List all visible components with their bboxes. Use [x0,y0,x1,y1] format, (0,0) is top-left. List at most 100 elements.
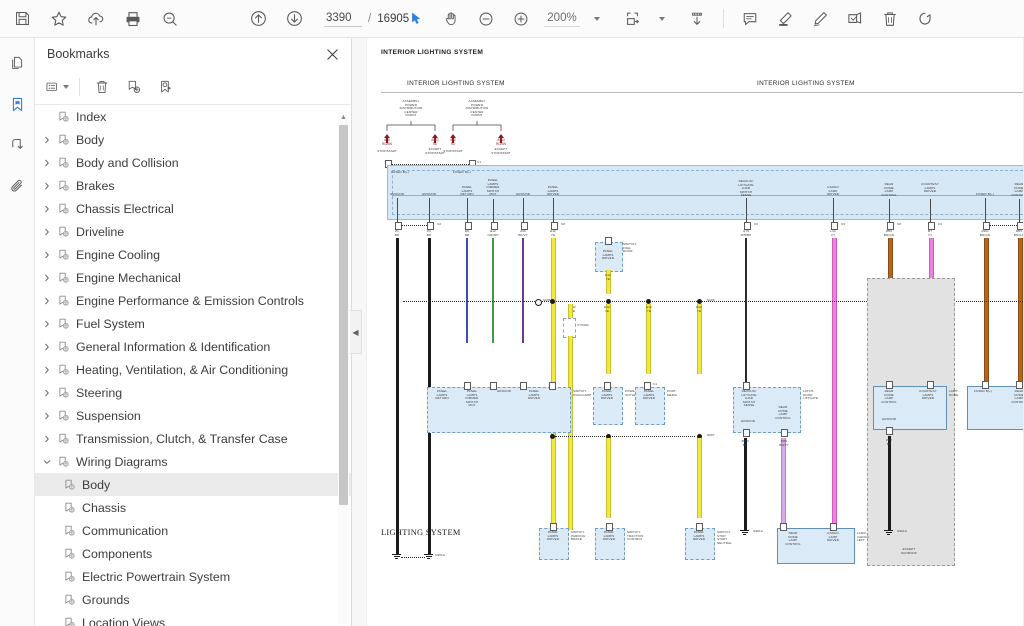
scrollbar-thumb[interactable] [339,125,348,505]
bookmark-item[interactable]: Steering [35,381,351,404]
chevron-right-icon[interactable] [39,320,55,328]
bookmark-item-label: Grounds [82,592,130,607]
favorite-button[interactable] [47,7,71,31]
previous-page-button[interactable] [246,7,270,31]
zoom-out-button[interactable] [474,7,498,31]
comment-button[interactable] [738,7,762,31]
select-tool-button[interactable] [404,7,428,31]
draw-button[interactable] [808,7,832,31]
delete-bookmark-button[interactable] [90,76,114,98]
main-area: Bookmarks Index Body Body and Collision … [0,38,1024,626]
bookmark-item[interactable]: Body [35,128,351,151]
document-viewport[interactable]: INTERIOR LIGHTING SYSTEM INTERIOR LIGHTI… [366,38,1024,626]
chevron-right-icon[interactable] [39,297,55,305]
bookmark-item[interactable]: Driveline [35,220,351,243]
bookmark-item[interactable]: Engine Mechanical [35,266,351,289]
label-courtesy-2: COURTESY LAMPS DRIVER [919,389,937,401]
wire-code-g79: G79 WH/BK [740,229,752,237]
bookmark-page-icon [61,479,78,491]
zoom-level-value[interactable]: 200% [544,11,580,27]
bookmark-item[interactable]: Electric Powertrain System [35,565,351,588]
scroll-mode-button[interactable] [685,7,709,31]
bookmark-page-icon [55,203,72,215]
dome-right-connector-1 [982,381,989,389]
chevron-right-icon[interactable] [39,389,55,397]
bookmark-item-label: Body [76,132,105,147]
bookmark-item[interactable]: Components [35,542,351,565]
chevron-right-icon[interactable] [39,343,55,351]
edit-bookmark-button[interactable] [154,76,178,98]
zoom-dropdown-chevron-down-icon[interactable] [594,16,600,21]
chevron-right-icon[interactable] [39,366,55,374]
bookmark-item[interactable]: Fuel System [35,312,351,335]
wire-fused-b [984,238,989,386]
bookmark-item[interactable]: Location Views [35,611,351,626]
next-page-button[interactable] [282,7,306,31]
wire-panel-return [466,238,468,343]
wire-code-m53b: M53 BN/GN [1013,229,1024,237]
page-number-input[interactable] [324,10,362,27]
bookmark-item[interactable]: General Information & Identification [35,335,351,358]
cloud-upload-button[interactable] [84,7,108,31]
bookmark-item-label: Electric Powertrain System [82,569,231,584]
chevron-right-icon[interactable] [39,274,55,282]
collapse-panel-handle[interactable]: ◀ [350,310,362,354]
bookmark-options-button[interactable] [45,76,69,98]
chevron-down-icon[interactable] [39,458,55,466]
connector-pin-c8b: C8 [897,222,902,226]
sidebar-icon-attachments[interactable] [5,174,29,198]
chevron-right-icon[interactable] [39,182,55,190]
wire-xy940a-bottom [568,336,573,530]
chevron-right-icon[interactable] [39,412,55,420]
bookmark-item[interactable]: Grounds [35,588,351,611]
bookmark-item[interactable]: Engine Cooling [35,243,351,266]
wire-code-zh2: ZH2 BK [885,438,893,446]
delete-button[interactable] [878,7,902,31]
rotate-button[interactable] [913,7,937,31]
chevron-right-icon[interactable] [39,228,55,236]
bookmark-item[interactable]: Engine Performance & Emission Controls [35,289,351,312]
fit-dropdown-chevron-down-icon[interactable] [659,16,665,21]
chevron-right-icon[interactable] [39,251,55,259]
bookmark-item[interactable]: Wiring Diagrams [35,450,351,473]
bookmarks-scrollbar[interactable]: ▲ [338,112,349,624]
bookmark-item-label: Brakes [76,178,115,193]
chevron-down-icon[interactable] [63,85,69,89]
bookmark-item[interactable]: Chassis Electrical [35,197,351,220]
sidebar-icon-bookmarks[interactable] [5,92,29,116]
chevron-right-icon[interactable] [39,136,55,144]
bookmark-item[interactable]: Body and Collision [35,151,351,174]
print-button[interactable] [121,7,145,31]
bookmark-item[interactable]: Heating, Ventilation, & Air Conditioning [35,358,351,381]
bookmark-page-icon [55,272,72,284]
search-icon[interactable] [158,7,182,31]
add-bookmark-button[interactable] [122,76,146,98]
bookmark-item[interactable]: Index [35,105,351,128]
pan-tool-button[interactable] [439,7,463,31]
close-icon[interactable] [323,45,341,63]
zoom-in-button[interactable] [509,7,533,31]
bus-drop-4 [493,199,494,224]
bookmark-item[interactable]: Body [35,473,351,496]
stamp-button[interactable] [843,7,867,31]
bookmark-item[interactable]: Communication [35,519,351,542]
sidebar-icon-signature[interactable] [5,133,29,157]
wire-xy940a-top [568,304,573,318]
chevron-right-icon[interactable] [39,205,55,213]
fit-page-button[interactable] [621,7,645,31]
bookmark-item[interactable]: Suspension [35,404,351,427]
bookmark-item[interactable]: Transmission, Clutch, & Transfer Case [35,427,351,450]
bookmark-item[interactable]: Brakes [35,174,351,197]
highlight-button[interactable] [773,7,797,31]
sidebar-icon-thumbnails[interactable] [5,51,29,75]
chevron-right-icon[interactable] [39,435,55,443]
bookmarks-tree[interactable]: Index Body Body and Collision Brakes Chassis… [35,105,351,626]
scroll-up-arrow-icon[interactable]: ▲ [338,112,349,123]
bus-label-fused-1: FUSED B(+) [391,170,410,174]
label-panel-driver-3: PANEL LAMPS DRIVER [642,389,656,401]
save-button[interactable] [10,7,34,31]
bookmark-item[interactable]: Chassis [35,496,351,519]
page-separator: / [368,12,372,25]
chevron-right-icon[interactable] [39,159,55,167]
toolbar-right-group: 200% [404,7,937,31]
